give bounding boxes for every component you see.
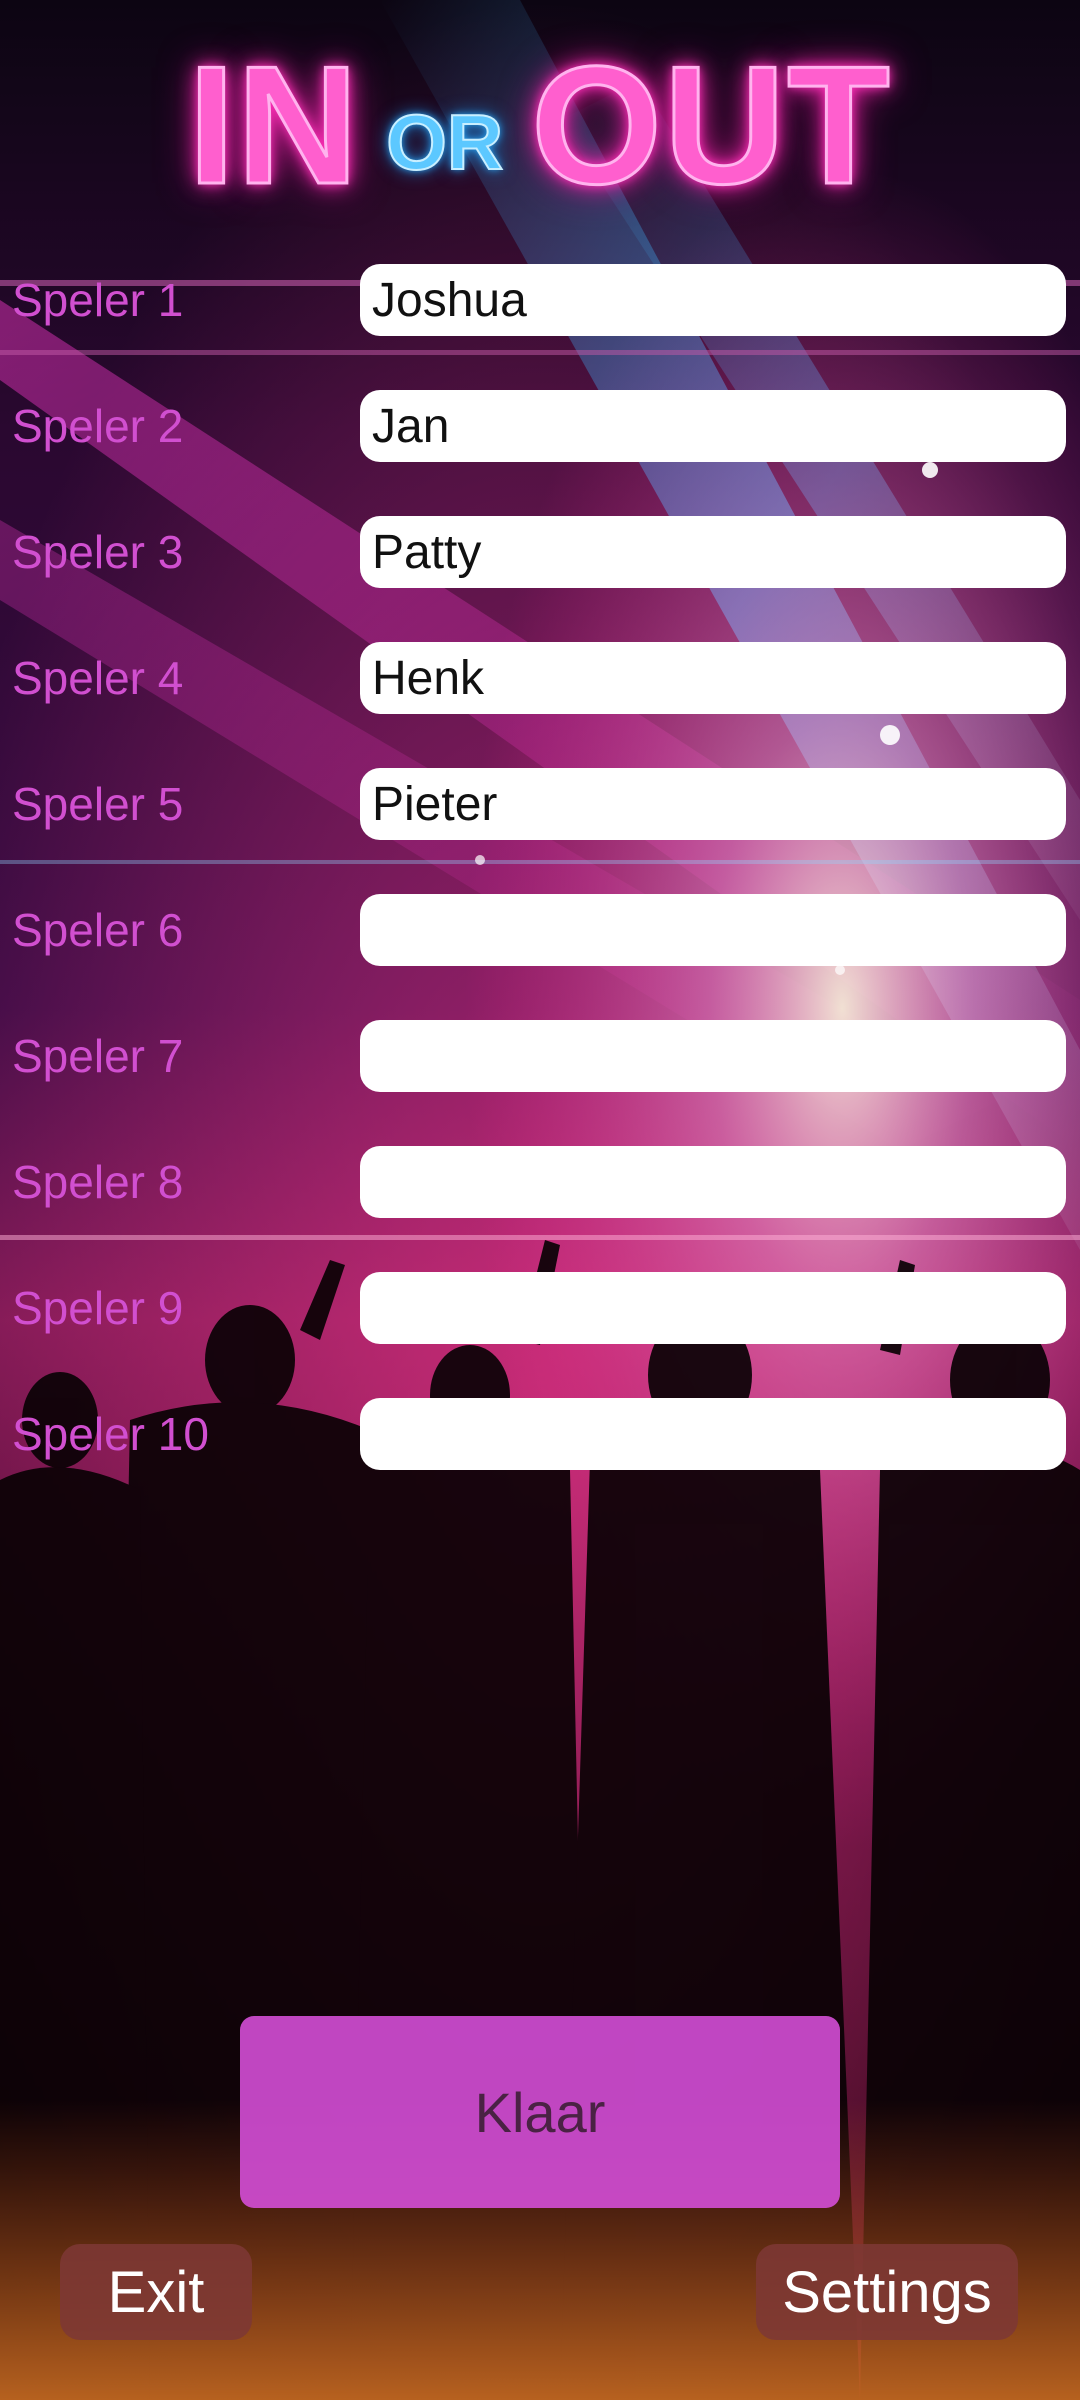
app-screen: IN OR OUT Speler 1 Speler 2 Speler 3 Spele… [0,0,1080,2400]
player-row: Speler 9 [0,1272,1080,1344]
player-name-input[interactable] [360,642,1066,714]
settings-button[interactable]: Settings [756,2244,1018,2340]
player-name-input[interactable] [360,516,1066,588]
player-name-input[interactable] [360,390,1066,462]
logo-word-out: OUT [530,31,892,219]
player-row: Speler 8 [0,1146,1080,1218]
exit-button[interactable]: Exit [60,2244,252,2340]
player-name-input[interactable] [360,264,1066,336]
player-row: Speler 4 [0,642,1080,714]
player-row: Speler 6 [0,894,1080,966]
player-name-input[interactable] [360,1398,1066,1470]
player-name-input[interactable] [360,894,1066,966]
player-label: Speler 7 [12,1030,184,1082]
player-row: Speler 1 [0,264,1080,336]
player-label: Speler 10 [12,1408,209,1460]
logo-word-in: IN [187,31,361,219]
player-label: Speler 8 [12,1156,184,1208]
player-row: Speler 2 [0,390,1080,462]
player-label: Speler 4 [12,652,184,704]
player-row: Speler 10 [0,1398,1080,1470]
player-label: Speler 2 [12,400,184,452]
player-name-input[interactable] [360,1146,1066,1218]
player-name-input[interactable] [360,1020,1066,1092]
player-label: Speler 6 [12,904,184,956]
player-row: Speler 3 [0,516,1080,588]
in-or-out-logo: IN OR OUT [0,31,1080,219]
player-name-input[interactable] [360,1272,1066,1344]
player-row: Speler 5 [0,768,1080,840]
player-name-input[interactable] [360,768,1066,840]
klaar-button[interactable]: Klaar [240,2016,840,2208]
player-row: Speler 7 [0,1020,1080,1092]
player-label: Speler 5 [12,778,184,830]
player-label: Speler 3 [12,526,184,578]
player-label: Speler 1 [12,274,184,326]
player-label: Speler 9 [12,1282,184,1334]
logo-word-or: OR [385,97,504,187]
